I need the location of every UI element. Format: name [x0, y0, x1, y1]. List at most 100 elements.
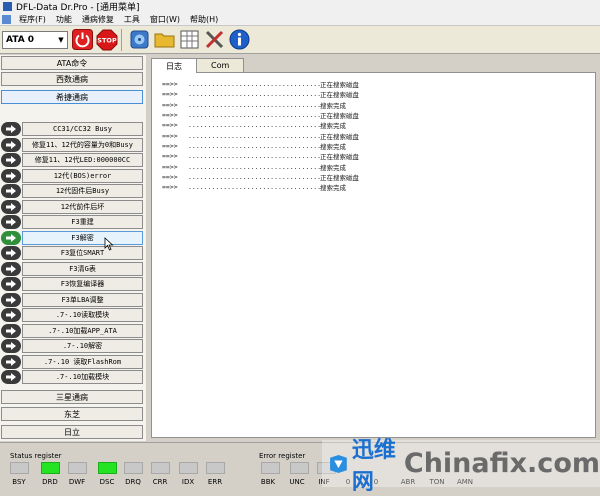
- command-row: .7-.10 读取FlashRom: [0, 354, 146, 369]
- command-button[interactable]: .7-.10 读取FlashRom: [22, 354, 143, 369]
- seagate-common-button[interactable]: 希捷通病: [1, 90, 143, 104]
- toshiba-button[interactable]: 东芝: [1, 407, 143, 421]
- watermark-text-cn: 迅维网: [351, 437, 396, 495]
- log-lines: ==>>....................................…: [162, 79, 359, 192]
- button-label: 三星通病: [56, 392, 88, 402]
- command-button[interactable]: F3单LBA调整: [22, 292, 143, 307]
- command-row: 12代(BOS)error: [0, 168, 146, 183]
- log-message: 正在搜索磁盘: [320, 112, 359, 121]
- status-led-crr: [151, 462, 170, 474]
- tab-log[interactable]: 日志: [151, 58, 197, 73]
- status-register-title: Status register: [10, 452, 62, 460]
- log-line: ==>>....................................…: [162, 100, 359, 110]
- log-dots: ........................................…: [188, 80, 320, 89]
- stop-label: STOP: [97, 36, 117, 44]
- arrow-right-icon: [1, 137, 21, 152]
- command-label: F3复位SMART: [60, 249, 105, 257]
- command-label: .7-.10解密: [62, 342, 103, 350]
- log-line: ==>>....................................…: [162, 182, 359, 192]
- menu-tools[interactable]: 工具: [119, 14, 145, 25]
- error-register-title: Error register: [259, 452, 306, 460]
- chinafix-logo-icon: [330, 454, 347, 473]
- arrow-right-icon: [1, 184, 21, 198]
- log-dots: ........................................…: [188, 162, 320, 171]
- button-label: 西数通病: [56, 74, 88, 84]
- command-button[interactable]: F3清G表: [22, 261, 143, 276]
- folder-button[interactable]: [153, 29, 175, 51]
- command-button[interactable]: F3解密: [22, 230, 143, 245]
- log-message: 搜索完成: [320, 101, 346, 110]
- log-output[interactable]: ==>>....................................…: [151, 72, 596, 438]
- log-message: 正在搜索磁盘: [320, 91, 359, 100]
- command-button[interactable]: CC31/CC32 Busy: [22, 122, 143, 136]
- command-label: 12代(BOS)error: [53, 171, 112, 180]
- tab-label: Com: [211, 61, 230, 70]
- status-led-dwf: [68, 462, 87, 474]
- command-button[interactable]: 12代(BOS)error: [22, 168, 143, 183]
- menu-window[interactable]: 窗口(W): [145, 14, 185, 25]
- menu-help[interactable]: 帮助(H): [185, 14, 223, 25]
- command-button[interactable]: F3复位SMART: [22, 246, 143, 260]
- power-button[interactable]: [71, 29, 93, 51]
- stop-button[interactable]: STOP: [96, 29, 118, 51]
- chevron-down-icon[interactable]: ▼: [55, 32, 67, 48]
- error-led-unc: [290, 462, 309, 474]
- command-button[interactable]: 修复11、12代LED:000000CC: [22, 153, 143, 167]
- log-prompt: ==>>: [162, 100, 178, 109]
- toolbar: ATA 0 ▼ STOP: [0, 26, 600, 54]
- tab-com[interactable]: Com: [196, 58, 245, 72]
- log-message: 搜索完成: [320, 122, 346, 131]
- title-bar: DFL-Data Dr.Pro - [通用菜单]: [0, 0, 600, 13]
- hitachi-button[interactable]: 日立: [1, 425, 143, 439]
- log-prompt: ==>>: [162, 172, 178, 181]
- ata-command-button[interactable]: ATA命令: [1, 56, 143, 70]
- watermark: 迅维网 Chinafix.com: [322, 438, 600, 495]
- command-button[interactable]: 修复11、12代的容量为0和Busy: [22, 137, 143, 152]
- command-label: F3重建: [71, 218, 94, 226]
- button-label: ATA命令: [56, 58, 88, 68]
- menu-bar: 程序(F) 功能 通病修复 工具 窗口(W) 帮助(H): [0, 13, 600, 26]
- wd-common-button[interactable]: 西数通病: [1, 72, 143, 86]
- status-led-drd: [41, 462, 60, 474]
- samsung-common-button[interactable]: 三星通病: [1, 390, 143, 404]
- grid-button[interactable]: [178, 29, 200, 51]
- status-led-bsy: [10, 462, 29, 474]
- command-label: 修复11、12代LED:000000CC: [34, 156, 131, 164]
- mouse-cursor-icon: [104, 237, 114, 251]
- command-button[interactable]: .7-.10加载APP_ATA: [22, 323, 143, 338]
- arrow-right-icon: [1, 308, 21, 322]
- status-led-err: [206, 462, 225, 474]
- command-button[interactable]: F3恢复编译器: [22, 277, 143, 291]
- command-label: F3解密: [71, 233, 94, 242]
- status-label-drq: DRQ: [125, 478, 141, 486]
- status-label-drd: DRD: [42, 478, 58, 486]
- log-message: 搜索完成: [320, 142, 346, 151]
- log-line: ==>>....................................…: [162, 161, 359, 172]
- status-label-idx: IDX: [181, 478, 195, 486]
- command-row: 12代固件后Busy: [0, 184, 146, 198]
- command-button[interactable]: .7-.10读取模块: [22, 308, 143, 322]
- command-button[interactable]: F3重建: [22, 215, 143, 229]
- document-icon[interactable]: [2, 14, 11, 24]
- status-led-dsc: [98, 462, 117, 474]
- menu-function[interactable]: 功能: [51, 14, 77, 25]
- menu-common-repair[interactable]: 通病修复: [77, 14, 119, 25]
- drive-button[interactable]: [128, 29, 150, 51]
- command-button[interactable]: 12代前件后坏: [22, 199, 143, 214]
- command-label: .7-.10读取模块: [55, 311, 110, 319]
- command-label: CC31/CC32 Busy: [52, 125, 112, 133]
- log-dots: ........................................…: [188, 152, 320, 161]
- command-button[interactable]: .7-.10加载模块: [22, 370, 143, 384]
- tools-button[interactable]: [203, 29, 225, 51]
- log-line: ==>>....................................…: [162, 141, 359, 151]
- log-dots: ........................................…: [188, 90, 320, 99]
- arrow-right-icon: [1, 230, 21, 245]
- status-label-dwf: DWF: [68, 478, 86, 486]
- menu-program[interactable]: 程序(F): [14, 14, 51, 25]
- log-prompt: ==>>: [162, 80, 178, 89]
- info-button[interactable]: [228, 29, 250, 51]
- command-label: F3恢复编译器: [60, 280, 105, 288]
- port-select[interactable]: ATA 0 ▼: [2, 30, 68, 49]
- command-button[interactable]: .7-.10解密: [22, 339, 143, 353]
- command-button[interactable]: 12代固件后Busy: [22, 184, 143, 198]
